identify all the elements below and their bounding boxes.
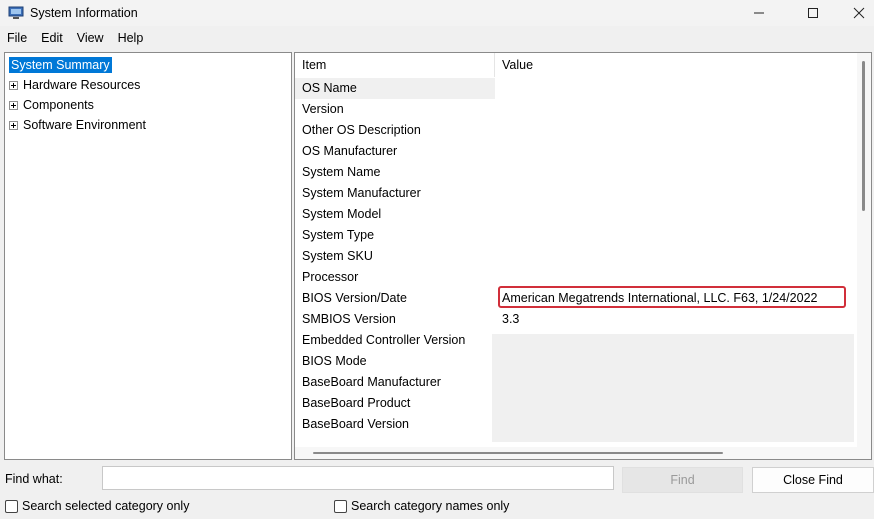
cell-value [496,183,851,204]
cell-item: System Type [302,228,375,242]
tree-item-components[interactable]: Components [5,96,96,114]
cell-value [496,414,851,435]
vertical-scrollbar[interactable] [857,53,871,447]
cell-item: BaseBoard Version [302,417,410,431]
menu-help[interactable]: Help [111,28,151,48]
find-label: Find what: [5,472,63,486]
table-rows: OS Name Version Other OS Description OS Man… [295,78,855,435]
cell-value: 3.3 [502,312,520,326]
cell-value [496,393,851,414]
cell-value [496,225,851,246]
cell-value [496,162,851,183]
table-row[interactable]: System SKU [295,246,855,267]
table-row[interactable]: Embedded Controller Version [295,330,855,351]
menu-file[interactable]: File [0,28,34,48]
cell-item: Other OS Description [302,123,421,137]
close-icon [853,7,865,19]
search-category-names-option[interactable]: Search category names only [334,499,509,513]
cell-item: BaseBoard Product [302,396,411,410]
search-selected-category-checkbox[interactable] [5,499,18,513]
minimize-icon [754,12,764,14]
column-header-item[interactable]: Item [295,53,495,77]
table-row[interactable]: System Manufacturer [295,183,855,204]
tree-item-label: Hardware Resources [23,78,141,92]
close-button[interactable] [836,0,874,26]
expand-icon[interactable] [9,80,18,90]
cell-value [496,351,851,372]
cell-value [496,267,851,288]
table-row[interactable]: BaseBoard Manufacturer [295,372,855,393]
window-title: System Information [30,6,138,20]
find-input[interactable] [102,466,614,490]
table-row[interactable]: BIOS Mode [295,351,855,372]
expand-icon[interactable] [9,120,18,130]
system-information-icon [8,6,24,19]
cell-item: OS Manufacturer [302,144,398,158]
cell-value [496,120,851,141]
cell-item: Embedded Controller Version [302,333,466,347]
details-list[interactable]: Item Value OS Name Version Other OS Descri… [294,52,872,460]
cell-item: SMBIOS Version [302,312,396,326]
search-selected-category-option[interactable]: Search selected category only [5,499,189,513]
table-row[interactable]: System Name [295,162,855,183]
cell-item: System Model [302,207,382,221]
cell-item: Version [302,102,344,116]
find-button[interactable]: Find [622,467,743,493]
scrollbar-thumb[interactable] [313,452,723,454]
menu-view[interactable]: View [70,28,111,48]
cell-value [496,246,851,267]
tree-item-label: System Summary [9,57,112,73]
table-row[interactable]: BaseBoard Version [295,414,855,435]
cell-item: BaseBoard Manufacturer [302,375,441,389]
minimize-button[interactable] [736,0,782,26]
tree-item-software-environment[interactable]: Software Environment [5,116,148,134]
cell-item: BIOS Version/Date [302,291,407,305]
checkbox-label: Search category names only [351,499,510,513]
scrollbar-thumb[interactable] [862,61,865,211]
cell-item: OS Name [295,78,495,99]
cell-item: System SKU [302,249,373,263]
column-header-value[interactable]: Value [496,53,856,77]
checkbox-label: Search selected category only [22,499,190,513]
tree-item-label: Components [23,98,94,112]
table-row[interactable]: Processor [295,267,855,288]
cell-item: Processor [302,270,359,284]
cell-value [496,99,851,120]
title-bar: System Information [0,0,874,26]
maximize-button[interactable] [790,0,836,26]
table-row[interactable]: OS Manufacturer [295,141,855,162]
maximize-icon [808,8,818,18]
cell-item: System Manufacturer [302,186,421,200]
cell-item: System Name [302,165,381,179]
table-row[interactable]: System Model [295,204,855,225]
column-header-label: Item [302,58,327,72]
tree-item-hardware-resources[interactable]: Hardware Resources [5,76,142,94]
cell-value [496,141,851,162]
tree-item-label: Software Environment [23,118,146,132]
table-row[interactable]: BaseBoard Product [295,393,855,414]
category-tree[interactable]: System Summary Hardware Resources Compon… [4,52,292,460]
tree-item-system-summary[interactable]: System Summary [9,56,112,74]
horizontal-scrollbar[interactable] [295,447,871,459]
cell-item: BIOS Mode [302,354,367,368]
search-category-names-checkbox[interactable] [334,499,347,513]
table-row[interactable]: Version [295,99,855,120]
table-row[interactable]: SMBIOS Version 3.3 [295,309,855,330]
cell-value [496,204,851,225]
table-row[interactable]: Other OS Description [295,120,855,141]
menu-bar: File Edit View Help [0,28,150,48]
close-find-button[interactable]: Close Find [752,467,874,493]
menu-edit[interactable]: Edit [34,28,70,48]
expand-icon[interactable] [9,100,18,110]
cell-value [496,78,851,99]
bios-highlight-box [498,286,846,308]
cell-value [496,372,851,393]
column-header-label: Value [502,58,534,72]
table-row[interactable]: System Type [295,225,855,246]
cell-value [496,330,851,351]
table-row[interactable]: OS Name [295,78,855,99]
